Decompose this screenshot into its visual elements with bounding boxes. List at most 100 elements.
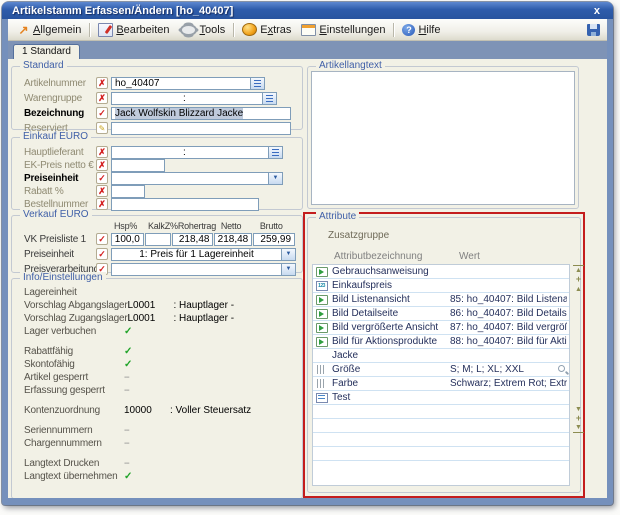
warengruppe-input[interactable]: : [111, 92, 263, 105]
attribute-row-empty [313, 419, 569, 433]
attribute-row[interactable]: FarbeSchwarz; Extrem Rot; Extre [313, 377, 569, 391]
dropdown-button[interactable] [269, 172, 283, 185]
dropdown-button[interactable] [282, 248, 296, 261]
lookup-button[interactable] [269, 146, 283, 159]
bestellnummer-input[interactable] [111, 198, 259, 211]
menu-item-extras[interactable]: Extras [237, 21, 296, 38]
netto-input[interactable]: 218,48 [214, 233, 252, 246]
info-row: Vorschlag AbgangslagerL0001: Hauptlager … [24, 299, 296, 312]
field-label: Preiseinheit [24, 249, 96, 260]
vk-preiseinheit-select[interactable]: 1: Preis für 1 Lagereinheit [111, 248, 282, 261]
tools-icon [180, 24, 197, 36]
bezeichnung-input[interactable]: Jack Wolfskin Blizzard Jacke [111, 107, 291, 120]
attribute-name: Einkaufspreis [332, 280, 450, 291]
menu-items: Allgemein Bearbeiten Tools ExtrasEinstellun… [12, 21, 445, 38]
info-row: Langtext übernehmen✓ [24, 470, 296, 483]
rohertrag-input[interactable]: 218,48 [172, 233, 214, 246]
attribute-list[interactable]: Gebrauchsanweisung Einkaufspreis Bild List… [312, 264, 570, 486]
field-row-preiseinheit-ek: Preiseinheit [24, 172, 296, 185]
add-row-button[interactable] [573, 414, 584, 423]
brutto-input[interactable]: 259,99 [253, 233, 295, 246]
info-code: 10000 [124, 405, 170, 416]
menu-item-einstellungen[interactable]: Einstellungen [296, 21, 390, 38]
info-row: Langtext Drucken-- [24, 457, 296, 470]
info-row: Rabattfähig✓ [24, 345, 296, 358]
info-label: Erfassung gesperrt [24, 385, 124, 396]
attribute-row[interactable]: Gebrauchsanweisung [313, 265, 569, 279]
price-attr-icon [315, 280, 328, 291]
save-button[interactable] [583, 21, 603, 38]
check-icon: ✓ [124, 346, 296, 357]
reserviert-input[interactable] [111, 122, 291, 135]
info-value: L0001: Hauptlager - [127, 300, 296, 311]
menu-separator [393, 23, 394, 37]
info-label: Artikel gesperrt [24, 372, 124, 383]
artikelnummer-input[interactable]: ho_40407 [111, 77, 251, 90]
info-label: Vorschlag Abgangslager [24, 300, 127, 311]
titlebar[interactable]: Artikelstamm Erfassen/Ändern [ho_40407] … [2, 2, 613, 19]
info-row: Kontenzuordnung10000: Voller Steuersatz [24, 404, 296, 417]
col-header-brutto: Brutto [260, 221, 302, 231]
attribute-name: Jacke [332, 350, 450, 361]
lookup-button[interactable] [251, 77, 265, 90]
dash-indicator: -- [124, 458, 296, 469]
close-button[interactable]: x [591, 5, 603, 17]
group-title: Verkauf EURO [20, 209, 92, 221]
artikellangtext-textarea[interactable] [311, 71, 575, 205]
attribute-name: Gebrauchsanweisung [332, 266, 450, 277]
zusatzgruppe-label: Zusatzgruppe [328, 230, 389, 241]
info-row: Skontofähig✓ [24, 358, 296, 371]
info-label: Langtext übernehmen [24, 471, 124, 482]
add-row-button[interactable] [573, 275, 584, 284]
hsp-input[interactable]: 100,0 [111, 233, 144, 246]
menu-item-hilfe[interactable]: Hilfe [397, 21, 445, 38]
menu-item-tools[interactable]: Tools [175, 21, 231, 38]
status-icon [96, 172, 108, 184]
menu-item-allgemein[interactable]: Allgemein [12, 21, 86, 38]
row-spacer [12, 397, 302, 404]
attribute-name: Bild Listenansicht [332, 294, 450, 305]
menu-item-label: Tools [200, 24, 226, 36]
attribute-row[interactable]: GrößeS; M; L; XL; XXL [313, 363, 569, 377]
field-row-bezeichnung: Bezeichnung Jack Wolfskin Blizzard Jacke [24, 106, 296, 120]
field-label: Rabatt % [24, 186, 96, 197]
attribute-row[interactable]: Jacke [313, 349, 569, 363]
group-title: Info/Einstellungen [20, 272, 106, 284]
einstellungen-icon [301, 24, 316, 36]
preisverarbeitung-select[interactable] [111, 263, 282, 276]
rabatt-input[interactable] [111, 185, 145, 198]
info-value: 10000: Voller Steuersatz [124, 405, 296, 416]
status-icon [96, 248, 108, 260]
status-icon [96, 159, 108, 171]
magnifier-icon[interactable] [557, 364, 568, 375]
field-label: Hauptlieferant [24, 147, 96, 158]
attribute-row[interactable]: Bild für Aktionsprodukte88: ho_40407: Bi… [313, 335, 569, 349]
attribute-row[interactable]: Bild Listenansicht85: ho_40407: Bild Lis… [313, 293, 569, 307]
tab-standard[interactable]: 1 Standard [13, 44, 80, 59]
dropdown-button[interactable] [282, 263, 296, 276]
image-attr-icon [315, 308, 328, 319]
attribute-value: S; M; L; XL; XXL [450, 364, 567, 375]
app-window: Artikelstamm Erfassen/Ändern [ho_40407] … [2, 2, 613, 505]
content-area: Standard Artikelnummer ho_40407 Warengru… [8, 60, 607, 498]
attribute-row[interactable]: Einkaufspreis [313, 279, 569, 293]
preiseinheit-select[interactable] [111, 172, 269, 185]
group-title: Standard [20, 60, 67, 72]
hauptlieferant-input[interactable]: : [111, 146, 269, 159]
attribute-row[interactable]: Test [313, 391, 569, 405]
scroll-bottom-button[interactable] [573, 423, 584, 433]
check-icon: ✓ [124, 359, 296, 370]
status-icon [96, 146, 108, 158]
menu-item-bearbeiten[interactable]: Bearbeiten [93, 21, 174, 38]
ek-preis-input[interactable] [111, 159, 165, 172]
attribute-row[interactable]: Bild vergrößerte Ansicht87: ho_40407: Bi… [313, 321, 569, 335]
attribute-row[interactable]: Bild Detailseite86: ho_40407: Bild Detai… [313, 307, 569, 321]
scroll-up-button[interactable] [573, 285, 584, 294]
info-row: Lager verbuchen✓ [24, 325, 296, 338]
menu-item-label: Allgemein [33, 24, 81, 36]
info-desc: : Hauptlager - [173, 300, 296, 311]
info-label: Langtext Drucken [24, 458, 124, 469]
info-row: Chargennummern-- [24, 437, 296, 450]
kalkz-input[interactable] [145, 233, 171, 246]
lookup-button[interactable] [263, 92, 277, 105]
